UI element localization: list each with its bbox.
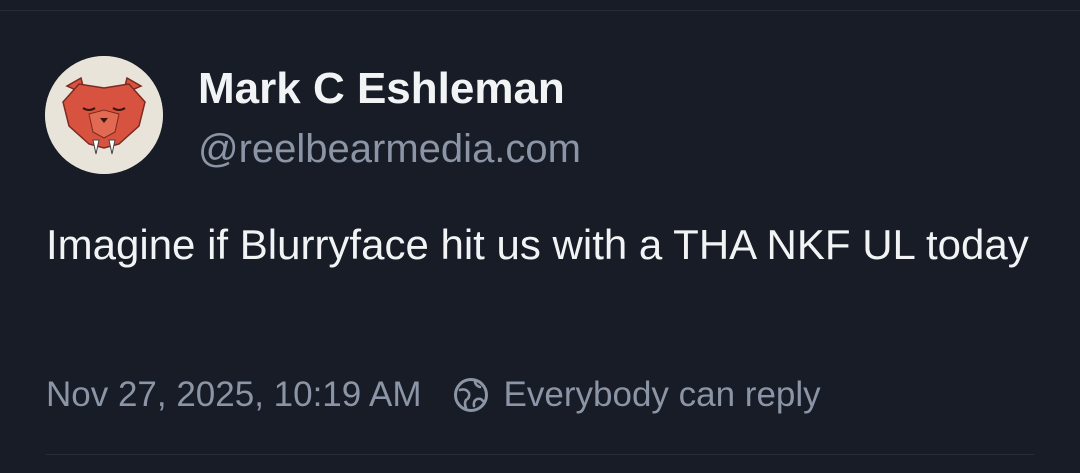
top-divider	[0, 10, 1080, 11]
post-card: Mark C Eshleman @reelbearmedia.com Imagi…	[0, 0, 1080, 473]
reply-setting-button[interactable]: Everybody can reply	[452, 375, 821, 415]
globe-icon	[452, 376, 490, 414]
reply-setting-label: Everybody can reply	[503, 375, 821, 414]
post-meta: Nov 27, 2025, 10:19 AM Everybody can rep…	[46, 372, 821, 418]
post-text: Imagine if Blurryface hit us with a THA …	[46, 221, 1029, 268]
red-bear-drawing-icon	[45, 56, 163, 174]
post-timestamp[interactable]: Nov 27, 2025, 10:19 AM	[46, 375, 422, 415]
author-handle[interactable]: @reelbearmedia.com	[198, 126, 581, 172]
author-display-name[interactable]: Mark C Eshleman	[198, 64, 565, 114]
bottom-divider	[46, 454, 1034, 455]
author-avatar[interactable]	[45, 56, 163, 174]
